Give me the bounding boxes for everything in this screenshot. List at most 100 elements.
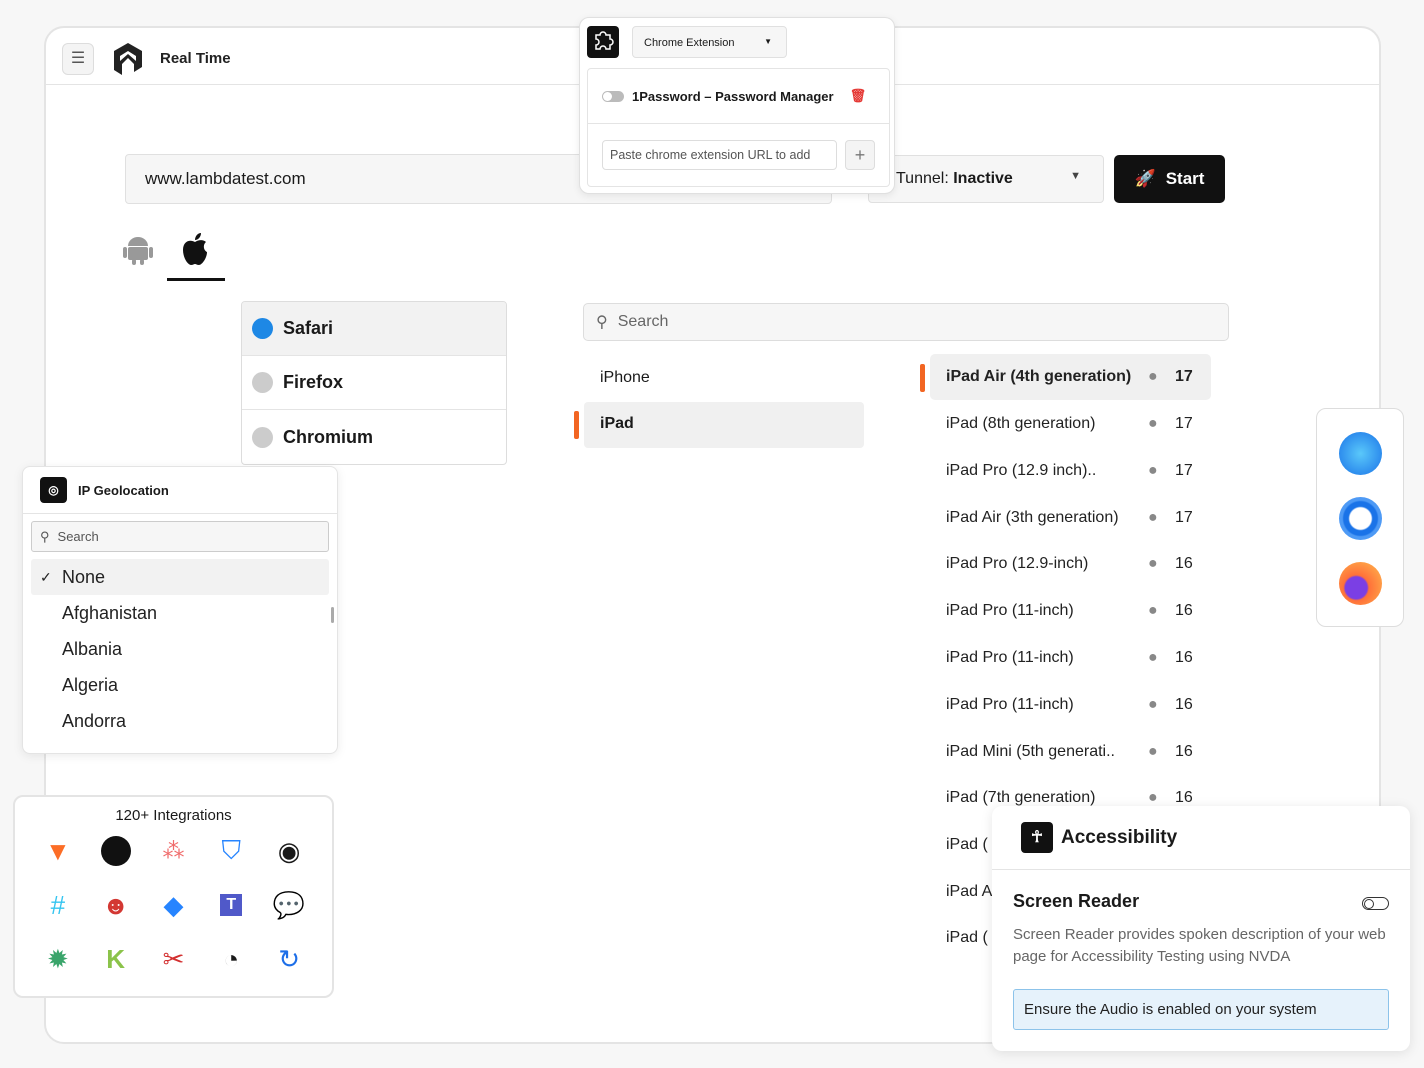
device-item[interactable]: iPad Pro (12.9 inch).. ● 17: [930, 448, 1211, 494]
refresh-logo-icon: ↻: [278, 943, 300, 974]
start-button[interactable]: 🚀 Start: [1114, 155, 1225, 203]
extension-item: 1Password – Password Manager 🗑: [588, 69, 889, 124]
country-label: Andorra: [62, 710, 127, 731]
device-name: iPad Pro (11-inch): [946, 602, 1074, 619]
country-label: Algeria: [62, 674, 119, 695]
device-name: iPad Pro (11-inch): [946, 696, 1074, 713]
jenkins-icon: ☻: [102, 889, 130, 920]
country-option[interactable]: Algeria: [31, 667, 329, 703]
jira-icon: ◆: [163, 889, 184, 920]
os-version: 17: [1175, 509, 1193, 526]
device-type-ipad[interactable]: iPad: [584, 402, 864, 448]
tunnel-dropdown[interactable]: Tunnel: Inactive ▼: [868, 155, 1104, 203]
extension-url-input[interactable]: Paste chrome extension URL to add: [602, 140, 837, 170]
search-placeholder: Search: [617, 313, 669, 330]
selected-indicator: [920, 364, 925, 392]
chromium-icon: [252, 426, 273, 448]
panel-title: IP Geolocation: [78, 482, 169, 498]
screen-reader-toggle[interactable]: [1362, 897, 1389, 910]
device-item[interactable]: iPad Pro (11-inch) ● 16: [930, 588, 1211, 634]
country-option[interactable]: Andorra: [31, 703, 329, 739]
country-label: Albania: [62, 638, 123, 659]
os-version: 16: [1175, 602, 1193, 619]
device-name: iPad Mini (5th generati..: [946, 743, 1115, 760]
slack-icon: #: [50, 889, 66, 920]
country-option[interactable]: Afghanistan: [31, 595, 329, 631]
browser-chromium[interactable]: Chromium: [242, 410, 506, 464]
scrollbar[interactable]: [331, 607, 334, 623]
os-version: 16: [1175, 649, 1193, 666]
browser-safari[interactable]: Safari: [242, 302, 506, 356]
teams-icon: T: [202, 886, 260, 924]
os-version: 16: [1175, 789, 1193, 806]
device-item[interactable]: iPad Air (3th generation) ● 17: [930, 495, 1211, 541]
geo-search-input[interactable]: ⚲ Search: [31, 521, 329, 552]
tunnel-status: Inactive: [953, 170, 1013, 187]
apple-icon: ●: [1148, 602, 1158, 619]
browser-label: Chromium: [283, 426, 373, 447]
device-type-iphone[interactable]: iPhone: [584, 356, 864, 402]
safari-icon[interactable]: [1338, 432, 1382, 475]
apple-icon: ●: [1148, 696, 1158, 713]
device-name: iPad Pro (11-inch): [946, 649, 1074, 666]
extension-type-dropdown[interactable]: Chrome Extension ▼: [632, 26, 787, 58]
add-extension-button[interactable]: +: [845, 140, 875, 170]
accessibility-panel: ☥ Accessibility Screen Reader Screen Read…: [992, 806, 1410, 1051]
panel-title: Accessibility: [1061, 826, 1178, 848]
device-item[interactable]: iPad Pro (11-inch) ● 16: [930, 635, 1211, 681]
accessibility-icon: ☥: [1021, 822, 1053, 853]
device-item[interactable]: iPad Air (4th generation) ● 17: [930, 354, 1211, 400]
chrome-icon[interactable]: [1338, 497, 1382, 540]
puzzle-icon[interactable]: [587, 26, 619, 58]
page-title: Real Time: [160, 50, 231, 67]
device-name: iPad Air (3th generation): [946, 509, 1119, 526]
os-version: 16: [1175, 743, 1193, 760]
country-label: Afghanistan: [62, 602, 158, 623]
menu-button[interactable]: ☰: [62, 43, 94, 75]
country-label: None: [62, 566, 106, 587]
integrations-panel: 120+ Integrations ▼ ⁂ ⛉ ◉ # ☻ ◆ T 💬 ✹ K …: [13, 795, 334, 998]
apple-icon: ●: [1148, 789, 1158, 806]
country-option[interactable]: Albania: [31, 631, 329, 667]
start-label: Start: [1165, 169, 1205, 188]
device-item[interactable]: iPad (8th generation) ● 17: [930, 401, 1211, 447]
device-item[interactable]: iPad Mini (5th generati.. ● 16: [930, 729, 1211, 775]
github-icon: [87, 832, 145, 870]
extension-toggle[interactable]: [602, 90, 624, 102]
kx-icon: K: [106, 943, 126, 974]
os-version: 17: [1175, 368, 1193, 385]
screen-reader-description: Screen Reader provides spoken descriptio…: [1013, 926, 1386, 965]
tunnel-label: Tunnel:: [896, 170, 954, 187]
apple-icon: ●: [1148, 743, 1158, 760]
browser-label: Firefox: [283, 372, 344, 392]
os-version: 17: [1175, 462, 1193, 479]
lambdatest-logo: [114, 43, 142, 75]
browser-quick-bar: [1316, 408, 1404, 627]
ip-geolocation-panel: ◎ IP Geolocation ⚲ Search ✓ None Afghanista…: [22, 466, 338, 754]
mattermost-icon: ◔: [223, 943, 240, 974]
country-option[interactable]: ✓ None: [31, 559, 329, 595]
screen-reader-label: Screen Reader: [1013, 891, 1140, 911]
device-search-input[interactable]: ⚲ Search: [583, 303, 1229, 341]
apple-icon[interactable]: [180, 232, 210, 266]
globe-icon: ◎: [40, 477, 67, 503]
chevron-down-icon: ▼: [1070, 170, 1081, 182]
chevron-down-icon: ▼: [764, 37, 772, 46]
apple-icon: ●: [1148, 462, 1158, 479]
android-icon[interactable]: [122, 232, 154, 266]
os-version: 17: [1175, 415, 1193, 432]
trash-icon[interactable]: 🗑: [850, 88, 867, 104]
gitlab-icon: ▼: [45, 835, 71, 866]
os-tab-indicator: [167, 278, 225, 281]
browser-firefox[interactable]: Firefox: [242, 356, 506, 410]
apple-icon: ●: [1148, 555, 1158, 572]
extension-card: 1Password – Password Manager 🗑 Paste chro…: [587, 68, 890, 187]
device-item[interactable]: iPad Pro (11-inch) ● 16: [930, 682, 1211, 728]
apple-icon: ●: [1148, 649, 1158, 666]
browser-label: Safari: [283, 318, 334, 338]
rocket-icon: 🚀: [1134, 169, 1156, 188]
search-icon: ⚲: [596, 314, 608, 331]
integrations-title: 120+ Integrations: [115, 807, 232, 824]
firefox-icon[interactable]: [1338, 562, 1382, 605]
device-item[interactable]: iPad Pro (12.9-inch) ● 16: [930, 541, 1211, 587]
